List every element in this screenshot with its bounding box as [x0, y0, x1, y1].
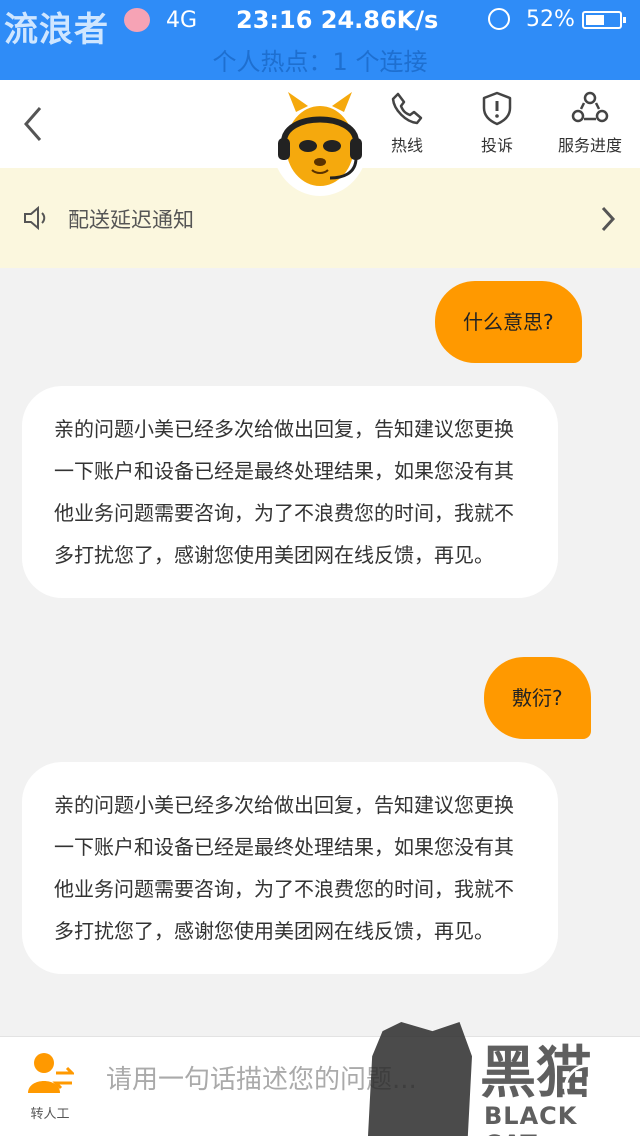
speaker-icon [24, 205, 46, 231]
service-progress-label: 服务进度 [557, 136, 622, 155]
time-speed: 23:16 24.86K/s [236, 6, 439, 34]
hotline-button[interactable]: 热线 [362, 90, 452, 156]
transfer-person-icon [28, 1053, 76, 1093]
black-cat-watermark: 黑猫 + BLACK CAT [368, 1022, 640, 1136]
back-button[interactable] [18, 102, 48, 146]
chevron-right-icon [601, 206, 616, 232]
rotation-lock-icon [488, 8, 510, 30]
transfer-label: 转人工 [30, 1107, 70, 1122]
agent-avatar[interactable] [272, 92, 368, 196]
network-type: 4G [166, 8, 198, 33]
progress-icon [571, 91, 609, 123]
hotspot-banner[interactable]: 个人热点：1 个连接 [0, 42, 640, 77]
hotline-label: 热线 [390, 136, 423, 155]
battery-percent: 52% [526, 7, 575, 32]
chevron-left-icon [24, 107, 42, 141]
agent-message: 亲的问题小美已经多次给做出回复，告知建议您更换一下账户和设备已经是最终处理结果，… [22, 386, 558, 598]
status-bar: 流浪者 4G 23:16 24.86K/s 52% 个人热点：1 个连接 [0, 0, 640, 80]
shield-alert-icon [482, 91, 512, 126]
complaint-label: 投诉 [480, 136, 513, 155]
kangaroo-agent-icon [278, 92, 362, 186]
agent-message: 亲的问题小美已经多次给做出回复，告知建议您更换一下账户和设备已经是最终处理结果，… [22, 762, 558, 974]
service-progress-button[interactable]: 服务进度 [545, 90, 635, 156]
complaint-button[interactable]: 投诉 [452, 90, 542, 156]
watermark-en: BLACK CAT [484, 1102, 578, 1136]
pig-emoji-icon [124, 8, 150, 32]
transfer-to-human-button[interactable]: 转人工 [20, 1051, 80, 1127]
user-message: 什么意思? [435, 281, 582, 363]
phone-icon [391, 92, 423, 125]
user-message: 敷衍? [484, 657, 591, 739]
battery-icon [582, 11, 626, 29]
cat-logo-icon [368, 1022, 472, 1136]
notice-text: 配送延迟通知 [68, 208, 194, 232]
